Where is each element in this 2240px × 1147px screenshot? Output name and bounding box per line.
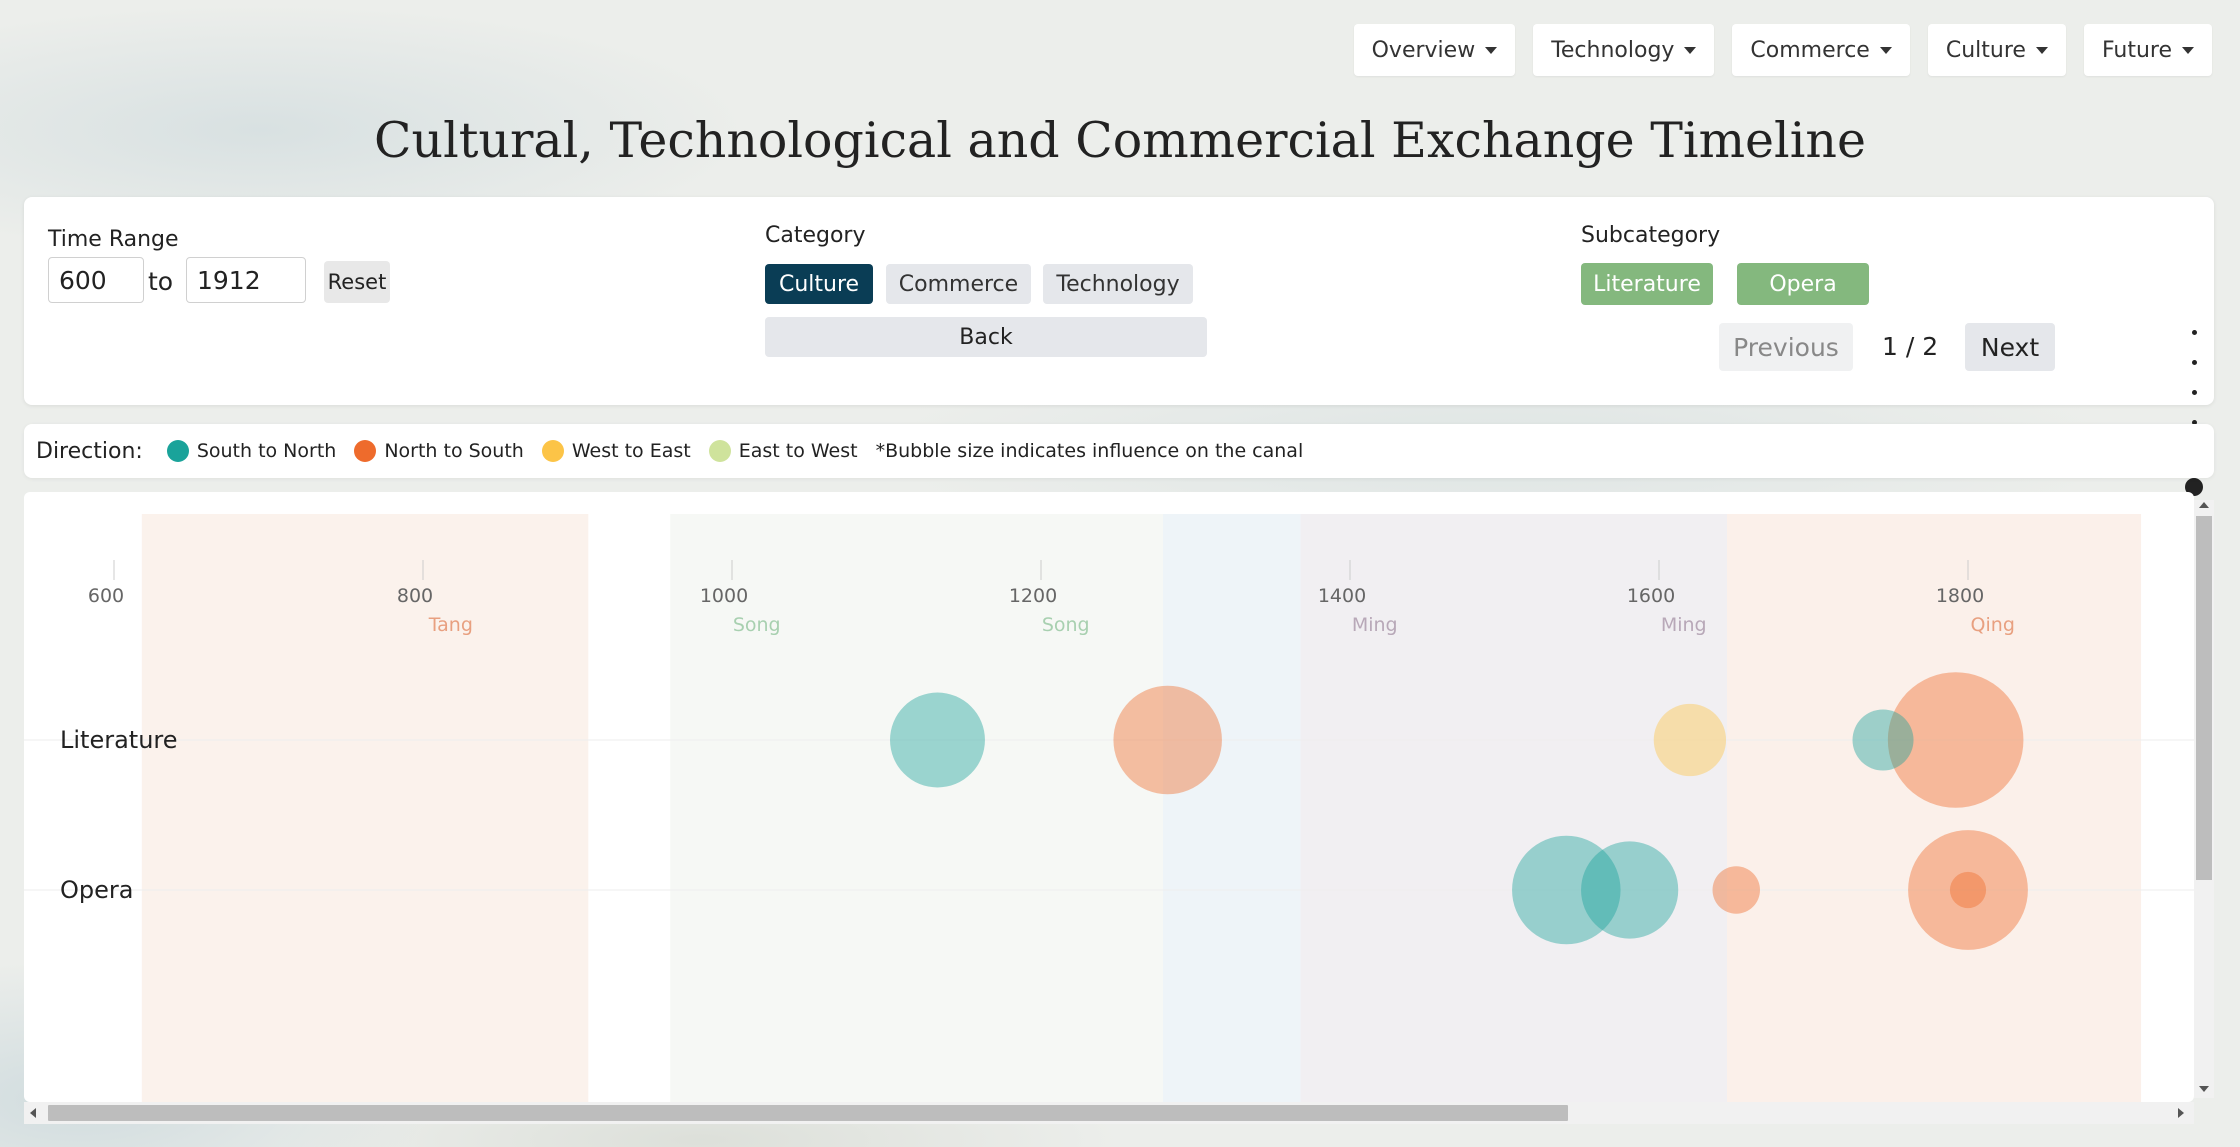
legend-label: North to South	[384, 440, 524, 462]
scroll-down-icon[interactable]	[2199, 1086, 2209, 1092]
bubble-point	[1113, 685, 1222, 795]
page-title: Cultural, Technological and Commercial E…	[374, 112, 1866, 169]
category-commerce-button[interactable]: Commerce	[886, 264, 1031, 304]
legend-item-north-to-south: North to South	[354, 440, 524, 462]
row-label: Opera	[60, 876, 133, 904]
legend-title: Direction:	[36, 438, 143, 464]
to-label: to	[148, 267, 174, 296]
dynasty-band	[1726, 514, 2142, 1102]
caret-down-icon	[1485, 46, 1498, 54]
legend-note: *Bubble size indicates influence on the …	[875, 440, 1304, 462]
caret-down-icon	[2035, 46, 2048, 54]
nav-label: Overview	[1371, 37, 1476, 63]
legend-item-east-to-west: East to West	[708, 440, 858, 462]
scroll-right-icon[interactable]	[2178, 1108, 2184, 1118]
x-tick-label: 1000	[700, 585, 748, 607]
legend-label: South to North	[196, 440, 337, 462]
category-technology-button[interactable]: Technology	[1043, 264, 1193, 304]
vertical-scrollbar-thumb[interactable]	[2196, 516, 2212, 880]
nav-technology-dropdown[interactable]: Technology	[1533, 24, 1715, 76]
x-tick-label: 1800	[1936, 585, 1984, 607]
legend-item-south-to-north: South to North	[166, 440, 337, 462]
nav-future-dropdown[interactable]: Future	[2083, 24, 2212, 76]
back-button[interactable]: Back	[765, 317, 1207, 357]
bubble-point	[890, 692, 985, 788]
timeline-chart-card: 600 800 1000 1200 1400 1600 1800 Tang Song Song Mi…	[24, 492, 2194, 1102]
end-year-input[interactable]: 1912	[186, 257, 306, 303]
dynasty-label: Ming	[1352, 614, 1398, 636]
start-year-input[interactable]: 600	[48, 257, 144, 303]
reset-button[interactable]: Reset	[324, 261, 390, 303]
legend-label: East to West	[738, 440, 858, 462]
horizontal-scrollbar-thumb[interactable]	[48, 1105, 1568, 1121]
x-tick-label: 1400	[1318, 585, 1366, 607]
dynasty-band	[141, 514, 589, 1102]
scroll-left-icon[interactable]	[30, 1108, 36, 1118]
previous-page-button[interactable]: Previous	[1719, 323, 1853, 371]
dynasty-label: Tang	[428, 614, 473, 636]
dynasty-label: Song	[1042, 614, 1090, 636]
dynasty-label: Song	[733, 614, 781, 636]
subcategory-label: Subcategory	[1581, 223, 1721, 248]
legend-swatch	[166, 440, 189, 462]
bubble-timeline-chart: 600 800 1000 1200 1400 1600 1800 Tang Song Song Mi…	[24, 514, 2194, 1102]
filter-panel: Time Range 600 to 1912 Reset Category Cu…	[24, 197, 2214, 405]
direction-legend: Direction: South to North North to South…	[24, 424, 2214, 478]
bubble-point	[1653, 703, 1727, 777]
x-tick-label: 800	[397, 585, 433, 607]
legend-swatch	[708, 440, 731, 462]
caret-down-icon	[1684, 46, 1697, 54]
x-tick-label: 600	[88, 585, 124, 607]
bubble-point	[1852, 709, 1914, 771]
page-indicator: 1 / 2	[1882, 332, 1939, 361]
x-tick-label: 1600	[1627, 585, 1675, 607]
nav-overview-dropdown[interactable]: Overview	[1353, 24, 1516, 76]
category-label: Category	[765, 223, 866, 248]
nav-commerce-dropdown[interactable]: Commerce	[1732, 24, 1910, 76]
dynasty-band	[1163, 514, 1301, 1102]
next-page-button[interactable]: Next	[1965, 323, 2055, 371]
nav-label: Technology	[1551, 37, 1675, 63]
scroll-up-icon[interactable]	[2199, 502, 2209, 508]
category-culture-button[interactable]: Culture	[765, 264, 873, 304]
dynasty-label: Qing	[1971, 614, 2015, 636]
subcategory-literature-button[interactable]: Literature	[1581, 263, 1713, 305]
nav-label: Commerce	[1750, 37, 1870, 63]
dynasty-label: Ming	[1661, 614, 1707, 636]
legend-swatch	[541, 440, 564, 462]
nav-label: Future	[2101, 37, 2172, 63]
top-navigation: Overview Technology Commerce Culture Fut…	[1353, 24, 2212, 76]
time-range-label: Time Range	[48, 227, 179, 252]
legend-item-west-to-east: West to East	[541, 440, 691, 462]
nav-label: Culture	[1945, 37, 2026, 63]
legend-swatch	[354, 440, 377, 462]
nav-culture-dropdown[interactable]: Culture	[1927, 24, 2066, 76]
bubble-point	[1712, 866, 1760, 914]
row-label: Literature	[60, 726, 178, 754]
x-tick-label: 1200	[1009, 585, 1057, 607]
legend-label: West to East	[571, 440, 691, 462]
caret-down-icon	[2182, 46, 2194, 54]
subcategory-opera-button[interactable]: Opera	[1737, 263, 1869, 305]
caret-down-icon	[1879, 46, 1892, 54]
bubble-point	[1581, 841, 1679, 939]
bubble-point	[1949, 871, 1987, 909]
